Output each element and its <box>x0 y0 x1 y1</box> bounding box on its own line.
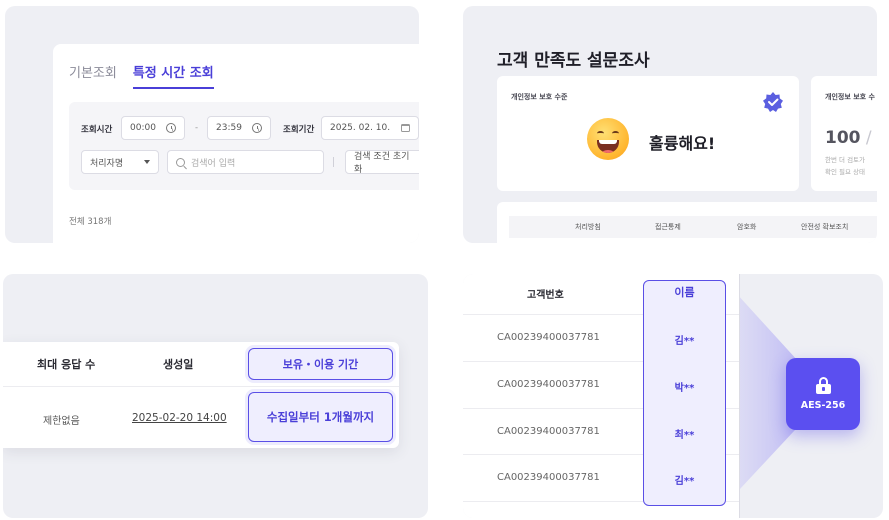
retention-period-header: 보유・이용 기간 <box>248 348 393 380</box>
column-header: 안전성 확보조치 <box>801 223 849 231</box>
calendar-icon <box>401 124 410 132</box>
created-date-value[interactable]: 2025-02-20 14:00 <box>132 412 227 424</box>
rating-text: 훌륭해요! <box>649 134 716 153</box>
masked-name-cell: 박** <box>674 383 695 394</box>
column-header: 접근통제 <box>655 223 681 231</box>
time-start-input[interactable]: 00:00 <box>121 116 185 140</box>
divider <box>333 157 334 167</box>
clock-icon <box>252 123 262 133</box>
masked-name-cell: 김** <box>674 476 695 487</box>
privacy-score-label: 개인정보 보호 수 <box>825 93 875 101</box>
panel-time-search: 기본조회 특정 시간 조회 조회시간 00:00 - 23:59 조회기간 20… <box>5 6 419 243</box>
search-card: 기본조회 특정 시간 조회 조회시간 00:00 - 23:59 조회기간 20… <box>53 44 419 243</box>
period-date-value: 2025. 02. 10. <box>330 123 391 133</box>
verified-badge-icon <box>763 92 783 112</box>
time-separator: - <box>195 123 199 133</box>
masked-name-cell: 김** <box>674 336 695 347</box>
retention-period-value: 수집일부터 1개월까지 <box>248 392 393 442</box>
encryption-badge: AES-256 <box>786 358 860 430</box>
search-input[interactable]: 검색어 입력 <box>167 150 324 174</box>
row-divider <box>3 386 399 387</box>
total-count: 전체 318개 <box>69 217 112 227</box>
time-label: 조회시간 <box>81 125 113 135</box>
max-responses-header: 최대 응답 수 <box>37 358 96 371</box>
page-title: 고객 만족도 설문조사 <box>497 51 650 71</box>
period-label: 조회기간 <box>283 125 315 135</box>
max-responses-value: 제한없음 <box>43 416 80 427</box>
time-end-value: 23:59 <box>216 123 242 133</box>
privacy-score: 100 / 1 <box>825 128 877 148</box>
time-end-input[interactable]: 23:59 <box>207 116 271 140</box>
reset-filter-button[interactable]: 검색 조건 초기화 <box>345 150 419 175</box>
panel-survey: 고객 만족도 설문조사 개인정보 보호 수준 훌륭해요! 개인정보 보호 수 1… <box>463 6 877 243</box>
customer-table: 고객번호 CA00239400037781 CA00239400037781 C… <box>463 274 739 518</box>
search-placeholder: 검색어 입력 <box>191 158 236 169</box>
tab-basic-search[interactable]: 기본조회 <box>69 62 117 89</box>
customer-id-cell: CA00239400037781 <box>497 332 600 343</box>
panel-survey-settings: 최대 응답 수 생성일 제한없음 2025-02-20 14:00 보유・이용 … <box>3 274 428 518</box>
score-description-line: 한번 더 검토가 <box>825 156 866 164</box>
masked-name-cell: 최** <box>674 430 695 441</box>
clock-icon <box>166 123 176 133</box>
column-divider <box>739 274 740 518</box>
created-date-header: 생성일 <box>163 358 194 371</box>
survey-table: 처리방침 접근통제 암호화 안전성 확보조치 <box>497 202 877 243</box>
handler-select-value: 처리자명 <box>90 158 124 169</box>
customer-id-header: 고객번호 <box>527 290 564 301</box>
column-header: 암호화 <box>737 223 757 231</box>
privacy-level-label: 개인정보 보호 수준 <box>511 93 568 101</box>
score-suffix: / 1 <box>865 128 877 148</box>
search-icon <box>176 157 185 167</box>
time-start-value: 00:00 <box>130 123 156 133</box>
privacy-score-card: 개인정보 보호 수 100 / 1 한번 더 검토가 확인 필요 상태 <box>811 76 877 191</box>
customer-id-cell: CA00239400037781 <box>497 426 600 437</box>
table-header: 처리방침 접근통제 암호화 안전성 확보조치 <box>509 216 877 238</box>
privacy-level-card: 개인정보 보호 수준 훌륭해요! <box>497 76 799 191</box>
encryption-label: AES-256 <box>800 400 846 411</box>
name-header: 이름 <box>674 286 695 299</box>
grinning-face-icon <box>587 118 629 160</box>
score-description: 한번 더 검토가 확인 필요 상태 <box>825 154 865 178</box>
customer-id-cell: CA00239400037781 <box>497 379 600 390</box>
search-tabs: 기본조회 특정 시간 조회 <box>69 62 214 89</box>
score-description-line: 확인 필요 상태 <box>825 168 866 176</box>
period-date-input[interactable]: 2025. 02. 10. <box>321 116 419 140</box>
caret-down-icon <box>144 160 150 164</box>
customer-id-cell: CA00239400037781 <box>497 472 600 483</box>
panel-encryption: 고객번호 CA00239400037781 CA00239400037781 C… <box>463 274 883 518</box>
lock-icon <box>815 377 831 394</box>
filter-area: 조회시간 00:00 - 23:59 조회기간 2025. 02. 10. 처리… <box>69 102 419 190</box>
column-header: 처리방침 <box>575 223 601 231</box>
handler-select[interactable]: 처리자명 <box>81 150 159 174</box>
score-value: 100 <box>825 128 861 148</box>
tab-time-search[interactable]: 특정 시간 조회 <box>132 62 214 89</box>
reset-filter-label: 검색 조건 초기화 <box>354 152 410 175</box>
